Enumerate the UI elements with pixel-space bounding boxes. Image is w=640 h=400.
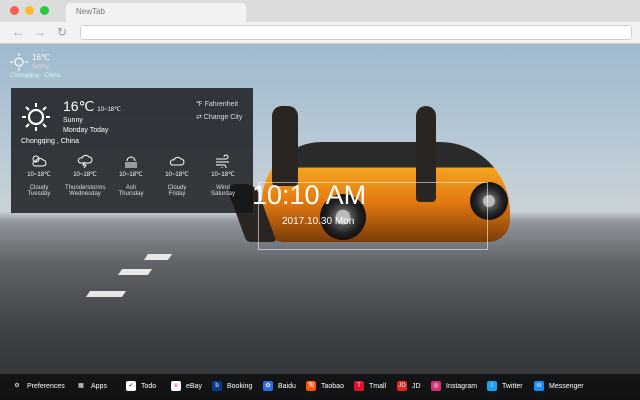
- close-window-button[interactable]: [10, 6, 19, 15]
- forecast-range: 10~18℃: [211, 172, 235, 178]
- back-arrow-icon[interactable]: ←: [12, 25, 24, 39]
- tmall-icon: T: [354, 381, 364, 391]
- browser-toolbar: ← → ↻: [0, 22, 640, 44]
- instagram-icon: ◎: [431, 381, 441, 391]
- browser-titlebar: NewTab: [0, 0, 640, 22]
- change-city-link[interactable]: ⇄ Change City: [196, 113, 242, 121]
- forecast-day-name: Wednesday: [69, 191, 101, 197]
- shortcut-label: Instagram: [446, 382, 478, 390]
- temp-value: 16℃: [63, 98, 95, 114]
- shortcut-label: Todo: [141, 382, 157, 390]
- forecast-day: 10~18℃ Cloudy Friday: [157, 154, 197, 197]
- baidu-icon: ✿: [263, 381, 273, 391]
- wind-icon: [216, 154, 229, 168]
- fahrenheit-toggle[interactable]: ℉ Fahrenheit: [196, 100, 238, 108]
- forecast-day-name: Tuesday: [27, 191, 51, 197]
- clock-time: 10:10 AM: [252, 180, 367, 210]
- preferences-button[interactable]: ⚙ Preferences: [12, 381, 65, 391]
- shortcut-label: Preferences: [27, 382, 65, 390]
- instagram-link[interactable]: ◎ Instagram: [431, 381, 477, 391]
- reload-icon[interactable]: ↻: [57, 25, 67, 39]
- road-stripe: [85, 291, 127, 297]
- cloud-icon: [169, 156, 185, 166]
- forecast-day: 10~18℃ Cloudy Tuesday: [19, 154, 59, 197]
- booking-icon: b: [212, 381, 222, 391]
- shortcut-label: Tmall: [369, 382, 387, 390]
- gear-icon: ⚙: [14, 383, 20, 389]
- shortcut-label: Taobao: [321, 382, 344, 390]
- shortcut-label: JD: [412, 382, 421, 390]
- shortcut-label: Booking: [227, 382, 253, 390]
- forecast-day-name: Thursday: [118, 191, 144, 197]
- messenger-icon: m: [534, 381, 544, 391]
- forecast-day: 10~18℃ Wind Saturday: [203, 154, 243, 197]
- condition-text: Sunny: [63, 117, 83, 124]
- cloudy-sun-icon: [32, 155, 47, 167]
- taobao-link[interactable]: 淘 Taobao: [306, 381, 344, 391]
- sun-icon: [22, 103, 50, 131]
- jd-link[interactable]: JD JD: [397, 381, 421, 391]
- apps-grid-icon: ▦: [78, 383, 84, 389]
- forecast-day: 10~18℃ Ash Thursday: [111, 154, 151, 197]
- messenger-link[interactable]: m Messenger: [534, 381, 584, 391]
- forecast-day: 10~18℃ Thunderstorms Wednesday: [65, 154, 105, 197]
- forward-arrow-icon[interactable]: →: [34, 25, 46, 39]
- forecast-range: 10~18℃: [27, 172, 51, 178]
- jd-icon: JD: [397, 381, 407, 391]
- current-condition: Sunny Monday Today: [63, 116, 108, 136]
- bottom-shortcut-bar: ⚙ Preferences ▦ Apps ✓ Todo e eBay b Booking …: [0, 374, 640, 400]
- todo-check-icon: ✓: [126, 381, 136, 391]
- clock-date: 2017.10.30 Mon: [282, 216, 355, 227]
- weather-panel: 16℃ 10~18℃ Sunny Monday Today ℉ Fahrenheit…: [11, 88, 253, 213]
- ash-icon: [125, 156, 137, 168]
- forecast-range: 10~18℃: [73, 172, 97, 178]
- browser-tab[interactable]: NewTab: [66, 3, 246, 22]
- forecast-range: 10~18℃: [165, 172, 189, 178]
- taobao-icon: 淘: [306, 381, 316, 391]
- temp-range: 10~18℃: [97, 107, 121, 113]
- mini-temp: 16℃: [32, 53, 50, 62]
- twitter-icon: t: [487, 381, 497, 391]
- mini-condition: Sunny: [32, 64, 50, 70]
- todo-link[interactable]: ✓ Todo: [126, 381, 156, 391]
- ebay-link[interactable]: e eBay: [171, 381, 202, 391]
- forecast-day-name: Friday: [168, 191, 186, 197]
- thunder-icon: [77, 154, 93, 168]
- tmall-link[interactable]: T Tmall: [354, 381, 386, 391]
- road-stripe: [117, 269, 153, 275]
- shortcut-label: eBay: [186, 382, 202, 390]
- shortcut-label: Messenger: [549, 382, 584, 390]
- booking-link[interactable]: b Booking: [212, 381, 252, 391]
- shortcut-label: Apps: [91, 382, 107, 390]
- maximize-window-button[interactable]: [40, 6, 49, 15]
- twitter-link[interactable]: t Twitter: [487, 381, 523, 391]
- forecast-range: 10~18℃: [119, 172, 143, 178]
- sun-icon: [10, 53, 28, 71]
- city-label: Chongqing , China: [21, 138, 79, 145]
- baidu-link[interactable]: ✿ Baidu: [263, 381, 296, 391]
- road-stripe: [143, 254, 173, 260]
- shortcut-label: Twitter: [502, 382, 523, 390]
- apps-button[interactable]: ▦ Apps: [76, 381, 107, 391]
- day-text: Monday Today: [63, 127, 109, 134]
- ebay-icon: e: [171, 381, 181, 391]
- mini-location: Chongqing · China: [10, 73, 61, 79]
- shortcut-label: Baidu: [278, 382, 296, 390]
- person-figure: [272, 106, 298, 186]
- minimize-window-button[interactable]: [25, 6, 34, 15]
- forecast-day-name: Saturday: [210, 191, 235, 197]
- current-temp: 16℃ 10~18℃: [63, 98, 121, 115]
- tab-title: NewTab: [76, 7, 105, 16]
- address-bar[interactable]: [80, 25, 632, 40]
